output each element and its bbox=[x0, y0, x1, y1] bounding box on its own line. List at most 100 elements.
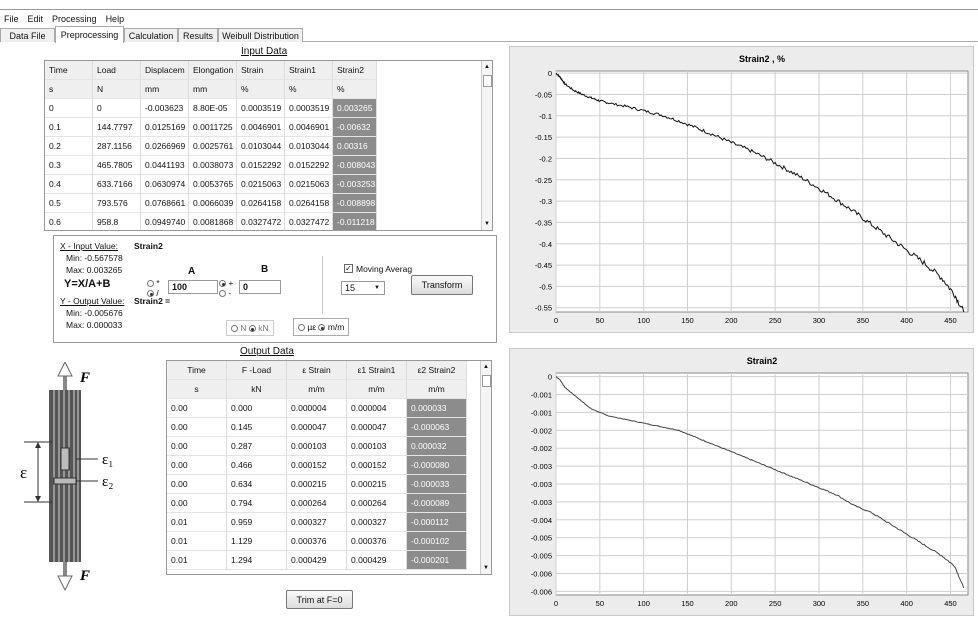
table-row-cell: 0.0103044 bbox=[237, 137, 285, 156]
x-tick-label: 150 bbox=[681, 599, 694, 608]
table-row-cell: 0.634 bbox=[227, 475, 287, 494]
menu-help[interactable]: Help bbox=[106, 14, 125, 24]
x-tick-label: 400 bbox=[900, 599, 913, 608]
table-row[interactable]: 0.1 144.7797 0.0125169 0.0011725 0.0046901 0.… bbox=[45, 118, 377, 137]
table-row-cell: 465.7805 bbox=[93, 156, 141, 175]
y-tick-label: -0.15 bbox=[535, 133, 552, 142]
scroll-down-icon[interactable]: ▼ bbox=[484, 221, 490, 227]
table-row-cell: 0.000429 bbox=[287, 551, 347, 570]
table-row-cell: 0.1 bbox=[45, 118, 93, 137]
table-row-cell: 0.287 bbox=[227, 437, 287, 456]
op-minus-option[interactable]: - bbox=[219, 288, 231, 298]
table-row[interactable]: 0.00 0.466 0.000152 0.000152 -0.000080 bbox=[167, 456, 467, 475]
table-row[interactable]: 0.00 0.634 0.000215 0.000215 -0.000033 bbox=[167, 475, 467, 494]
x-tick-label: 0 bbox=[554, 599, 558, 608]
table-row-cell: 0.00 bbox=[167, 399, 227, 418]
transform-panel: X - Input Value: Strain2 Min: -0.567578 … bbox=[53, 235, 497, 343]
x-tick-label: 50 bbox=[596, 599, 604, 608]
table-row[interactable]: 0.00 0.287 0.000103 0.000103 0.000032 bbox=[167, 437, 467, 456]
y-output-label: Y - Output Value: bbox=[60, 296, 125, 306]
y-tick-label: -0.006 bbox=[531, 587, 552, 596]
radio-meter-per-meter[interactable] bbox=[318, 324, 326, 332]
table-row-cell: 0.0003519 bbox=[285, 99, 333, 118]
table-row-cell: 0.000376 bbox=[347, 532, 407, 551]
tab-preprocessing[interactable]: Preprocessing bbox=[55, 26, 124, 43]
table-row-cell: 0.0441193 bbox=[141, 156, 189, 175]
table-row-cell: -0.003253 bbox=[333, 175, 377, 194]
radio-kilonewton[interactable] bbox=[248, 325, 256, 333]
menu-file[interactable]: File bbox=[4, 14, 19, 24]
table-row[interactable]: 0.01 1.129 0.000376 0.000376 -0.000102 bbox=[167, 532, 467, 551]
scroll-down-icon[interactable]: ▼ bbox=[483, 565, 489, 571]
table-row-cell: 0.00316 bbox=[333, 137, 377, 156]
scroll-thumb[interactable] bbox=[483, 75, 492, 87]
window-select[interactable]: 15 ▼ bbox=[341, 281, 385, 295]
table-row-cell: -0.000102 bbox=[407, 532, 467, 551]
x-tick-label: 100 bbox=[637, 316, 650, 325]
op-divide-option[interactable]: / bbox=[147, 288, 159, 298]
menu-bar: File Edit Processing Help bbox=[0, 11, 978, 26]
radio-minus[interactable] bbox=[219, 290, 226, 298]
trim-at-f0-button[interactable]: Trim at F=0 bbox=[286, 590, 353, 609]
table-row[interactable]: 0.5 793.576 0.0768661 0.0066039 0.0264158 0.0… bbox=[45, 194, 377, 213]
y-tick-label: -0.004 bbox=[531, 516, 552, 525]
table-row[interactable]: 0.01 1.294 0.000429 0.000429 -0.000201 bbox=[167, 551, 467, 570]
b-value-input[interactable]: 0 bbox=[239, 280, 281, 294]
force-unit-group: N kN bbox=[226, 320, 274, 336]
tab-data-file[interactable]: Data File bbox=[0, 28, 55, 42]
op-plus-option[interactable]: + bbox=[219, 278, 233, 288]
a-value-input[interactable]: 100 bbox=[168, 280, 218, 294]
moving-average-checkbox[interactable]: ✓ bbox=[344, 264, 353, 273]
table-row[interactable]: 0 0 -0.003623 8.80E-05 0.0003519 0.0003519 0.0… bbox=[45, 99, 377, 118]
table-row-cell: 0.5 bbox=[45, 194, 93, 213]
table-row[interactable]: 0.00 0.794 0.000264 0.000264 -0.000089 bbox=[167, 494, 467, 513]
tab-calculation[interactable]: Calculation bbox=[124, 28, 178, 42]
unit-header[interactable]: s Nmm mm%%% bbox=[45, 80, 377, 99]
unit-header[interactable]: s kN m/m m/m m/m bbox=[167, 380, 467, 399]
column-header[interactable]: Time F -Load ε Strain ε1 Strain1 ε2 Strain2 bbox=[167, 361, 467, 380]
menu-edit[interactable]: Edit bbox=[28, 14, 44, 24]
table-row-cell: 0.0046901 bbox=[285, 118, 333, 137]
radio-microstrain[interactable] bbox=[298, 324, 305, 332]
column-header[interactable]: Time Load Displacem Elongation Strain Strain1… bbox=[45, 61, 377, 80]
table-row[interactable]: 0.01 0.959 0.000327 0.000327 -0.000112 bbox=[167, 513, 467, 532]
table-row-cell: 0.0038073 bbox=[189, 156, 237, 175]
scroll-thumb[interactable] bbox=[482, 375, 491, 387]
table-row[interactable]: 0.2 287.1156 0.0266969 0.0025761 0.0103044 0.… bbox=[45, 137, 377, 156]
radio-plus[interactable] bbox=[219, 280, 226, 288]
output-data-grid[interactable]: ▲ ▼ Time F -Load ε Strain ε1 Strain1 ε2 Stra… bbox=[166, 360, 492, 575]
y-tick-label: -0.2 bbox=[539, 154, 552, 163]
x-tick-label: 450 bbox=[944, 316, 957, 325]
y-max-value: Max: 0.000033 bbox=[66, 320, 123, 330]
tab-weibull-distribution[interactable]: Weibull Distribution bbox=[218, 28, 303, 42]
column-header-cell: Strain2 bbox=[333, 61, 377, 80]
table-row[interactable]: 0.4 633.7166 0.0630974 0.0053765 0.0215063 0.… bbox=[45, 175, 377, 194]
radio-newton[interactable] bbox=[231, 325, 238, 333]
table-row[interactable]: 0.6 958.8 0.0949740 0.0081868 0.0327472 0.032… bbox=[45, 213, 377, 230]
scroll-up-icon[interactable]: ▲ bbox=[483, 364, 489, 370]
op-multiply-option[interactable]: * bbox=[147, 278, 160, 288]
scroll-up-icon[interactable]: ▲ bbox=[484, 64, 490, 70]
x-tick-label: 250 bbox=[769, 599, 782, 608]
x-tick-label: 300 bbox=[813, 316, 826, 325]
table-row[interactable]: 0.00 0.145 0.000047 0.000047 -0.000063 bbox=[167, 418, 467, 437]
y-tick-label: -0.3 bbox=[539, 197, 552, 206]
menu-processing[interactable]: Processing bbox=[52, 14, 97, 24]
tab-results[interactable]: Results bbox=[178, 28, 218, 42]
input-data-grid[interactable]: ▲ ▼ Time Load Displacem Elongation Strain Str… bbox=[44, 60, 493, 231]
transform-button[interactable]: Transform bbox=[411, 275, 473, 295]
radio-divide[interactable] bbox=[147, 290, 154, 298]
radio-multiply[interactable] bbox=[147, 280, 154, 288]
table-row-cell: -0.011218 bbox=[333, 213, 377, 230]
table-row[interactable]: 0.3 465.7805 0.0441193 0.0038073 0.0152292 0.… bbox=[45, 156, 377, 175]
table-row[interactable]: 0.00 0.000 0.000004 0.000004 0.000033 bbox=[167, 399, 467, 418]
table-row-cell: -0.00632 bbox=[333, 118, 377, 137]
x-max-value: Max: 0.003265 bbox=[66, 265, 123, 275]
input-grid-scrollbar[interactable]: ▲ ▼ bbox=[481, 61, 492, 230]
output-grid-scrollbar[interactable]: ▲ ▼ bbox=[480, 361, 491, 574]
column-header-cell: Displacem bbox=[141, 61, 189, 80]
x-tick-label: 400 bbox=[900, 316, 913, 325]
table-row-cell: 633.7166 bbox=[93, 175, 141, 194]
table-row-cell: 144.7797 bbox=[93, 118, 141, 137]
y-tick-label: 0 bbox=[548, 373, 552, 382]
